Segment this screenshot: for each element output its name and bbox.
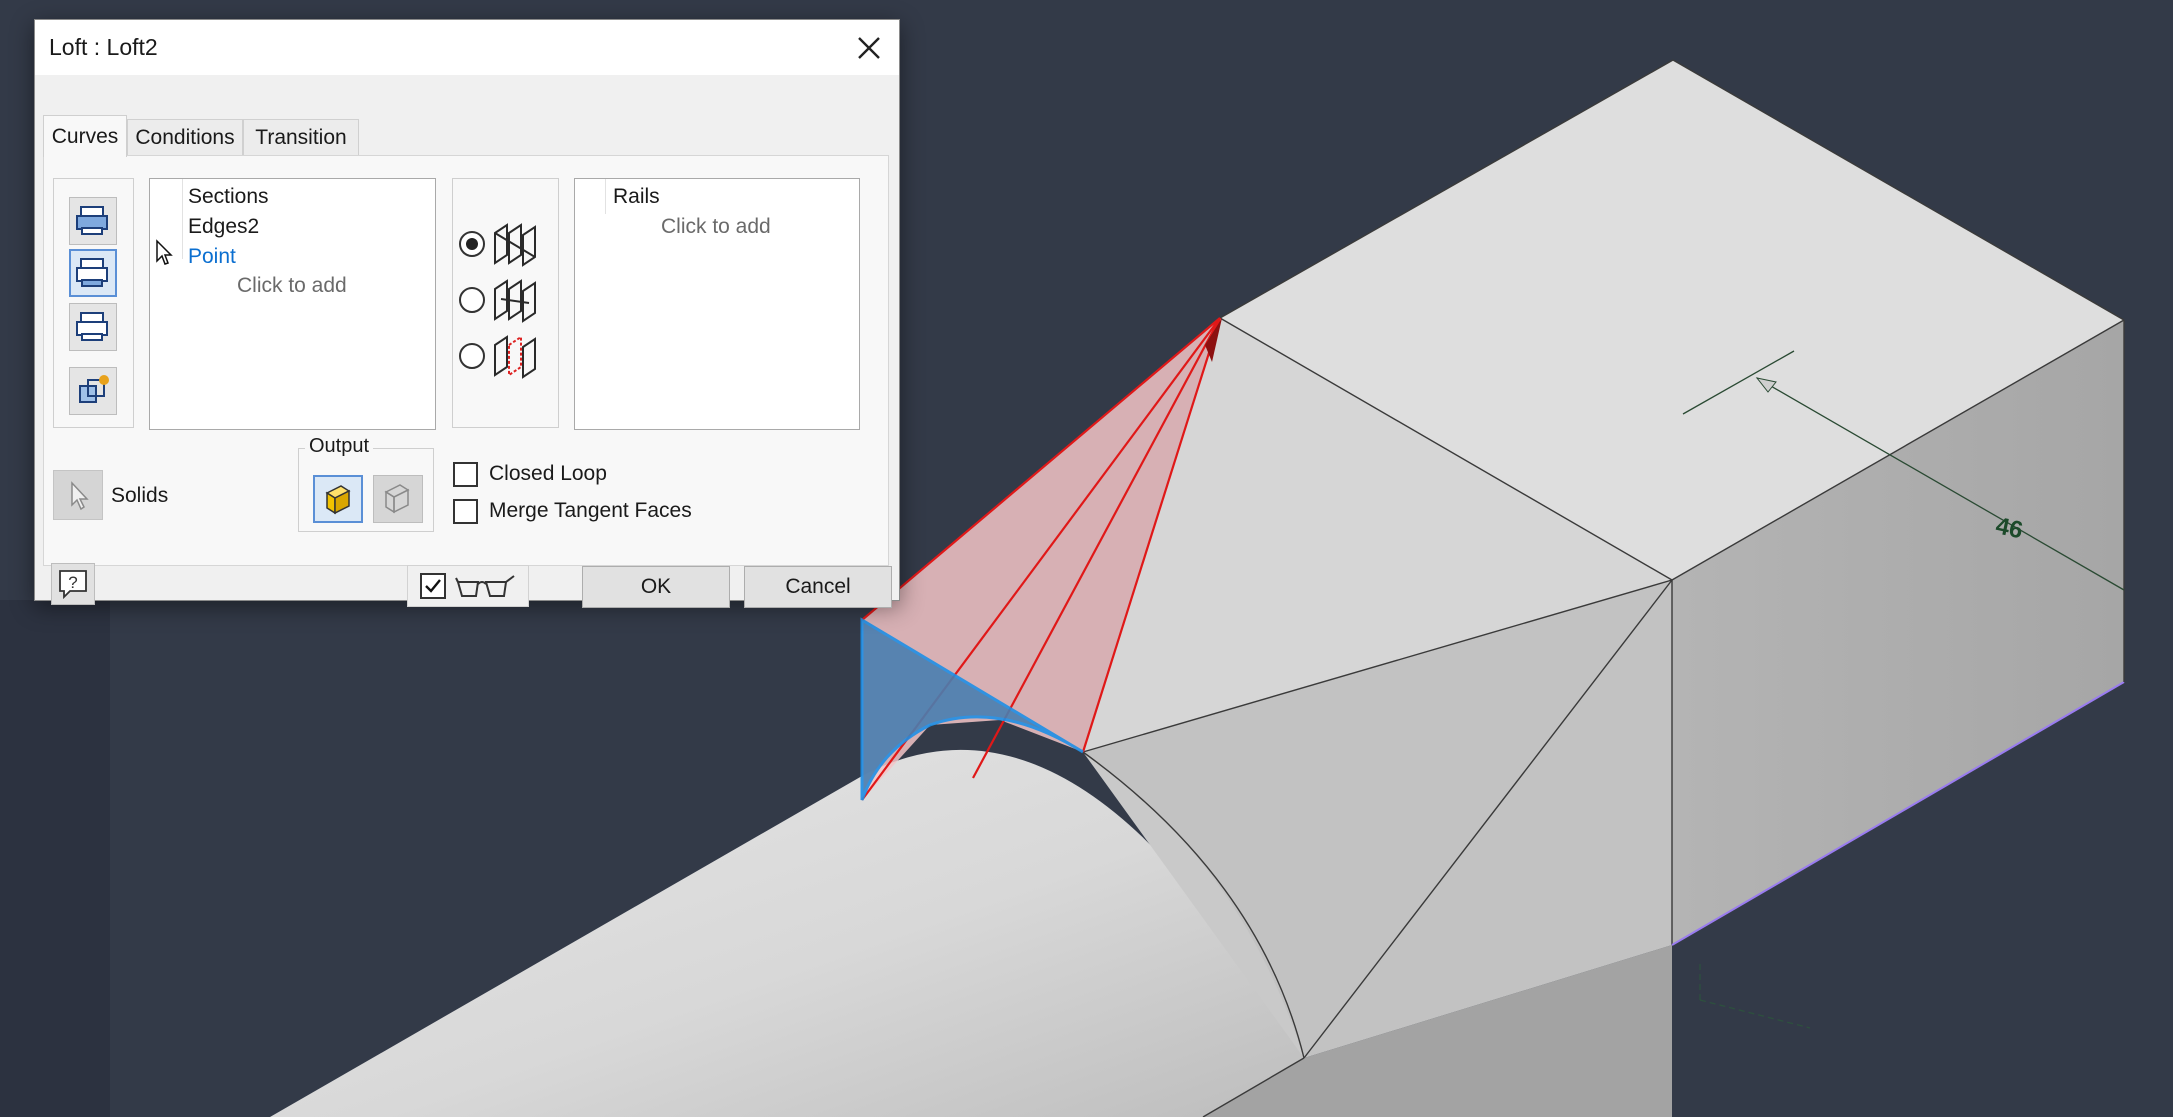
solids-label: Solids xyxy=(111,484,169,507)
output-solid-button[interactable] xyxy=(313,475,363,523)
surface-body-icon xyxy=(384,484,410,514)
area-loft-button[interactable] xyxy=(69,367,117,415)
help-button[interactable]: ? xyxy=(51,563,95,605)
merge-tangent-faces-checkbox[interactable] xyxy=(453,499,478,524)
list-divider xyxy=(605,179,606,214)
help-icon: ? xyxy=(59,570,87,600)
closed-loop-label: Closed Loop xyxy=(489,462,607,485)
point-section-button[interactable] xyxy=(69,249,117,297)
centerline-icon xyxy=(76,312,108,341)
section-item-point[interactable]: Point xyxy=(188,245,236,269)
area-loft-icon xyxy=(79,375,109,403)
centerline-section-button[interactable] xyxy=(69,303,117,351)
svg-text:?: ? xyxy=(68,573,77,592)
preview-toggle-group xyxy=(407,565,529,607)
list-divider xyxy=(182,179,183,259)
output-surface-button[interactable] xyxy=(373,475,423,523)
output-label: Output xyxy=(305,435,374,458)
radio-centerline[interactable] xyxy=(459,287,485,313)
sections-click-to-add[interactable]: Click to add xyxy=(237,274,347,298)
cursor-icon xyxy=(156,239,173,265)
radio-rails[interactable] xyxy=(459,231,485,257)
sections-select-button[interactable] xyxy=(69,197,117,245)
output-group: Output xyxy=(298,435,434,532)
curves-tab-panel: Sections Edges2 Point Click to add Rails… xyxy=(43,155,889,566)
arrow-pointer-icon xyxy=(71,481,89,511)
cancel-button[interactable]: Cancel xyxy=(744,566,892,608)
sections-list[interactable]: Sections Edges2 Point Click to add xyxy=(149,178,436,430)
ok-button[interactable]: OK xyxy=(582,566,730,608)
centerline-loft-icon xyxy=(494,279,536,323)
tab-transition[interactable]: Transition xyxy=(243,119,359,155)
solid-body-icon xyxy=(325,485,351,515)
point-section-icon xyxy=(76,258,108,287)
section-item-edges2[interactable]: Edges2 xyxy=(188,215,259,239)
sections-icon xyxy=(76,206,108,235)
loft-type-group xyxy=(452,178,559,428)
sections-header: Sections xyxy=(188,185,269,208)
solids-select-button[interactable] xyxy=(53,470,103,520)
close-button[interactable] xyxy=(847,28,889,68)
close-icon xyxy=(858,37,880,59)
dialog-title: Loft : Loft2 xyxy=(49,34,158,60)
rails-header: Rails xyxy=(613,185,660,208)
browser-pane-edge xyxy=(0,600,110,1117)
area-loft-type-icon xyxy=(494,335,536,379)
section-tools-group xyxy=(53,178,134,428)
preview-glasses-icon xyxy=(455,575,515,597)
origin-triad xyxy=(1699,960,1811,1029)
loft-dialog: Loft : Loft2 Curves Conditions Transitio… xyxy=(34,19,900,608)
rails-click-to-add[interactable]: Click to add xyxy=(661,215,771,239)
merge-tangent-faces-label: Merge Tangent Faces xyxy=(489,499,692,522)
dimension-value[interactable]: 46 xyxy=(1993,512,2025,544)
rails-list[interactable]: Rails Click to add xyxy=(574,178,860,430)
radio-area-loft[interactable] xyxy=(459,343,485,369)
rails-loft-icon xyxy=(494,223,536,267)
closed-loop-checkbox[interactable] xyxy=(453,462,478,487)
checkmark-icon xyxy=(425,579,441,593)
dialog-body: Curves Conditions Transition Sections Ed… xyxy=(35,75,899,608)
dialog-title-bar[interactable]: Loft : Loft2 xyxy=(35,20,899,75)
tab-curves[interactable]: Curves xyxy=(43,115,127,157)
tab-conditions[interactable]: Conditions xyxy=(127,119,243,155)
preview-checkbox[interactable] xyxy=(420,573,446,599)
